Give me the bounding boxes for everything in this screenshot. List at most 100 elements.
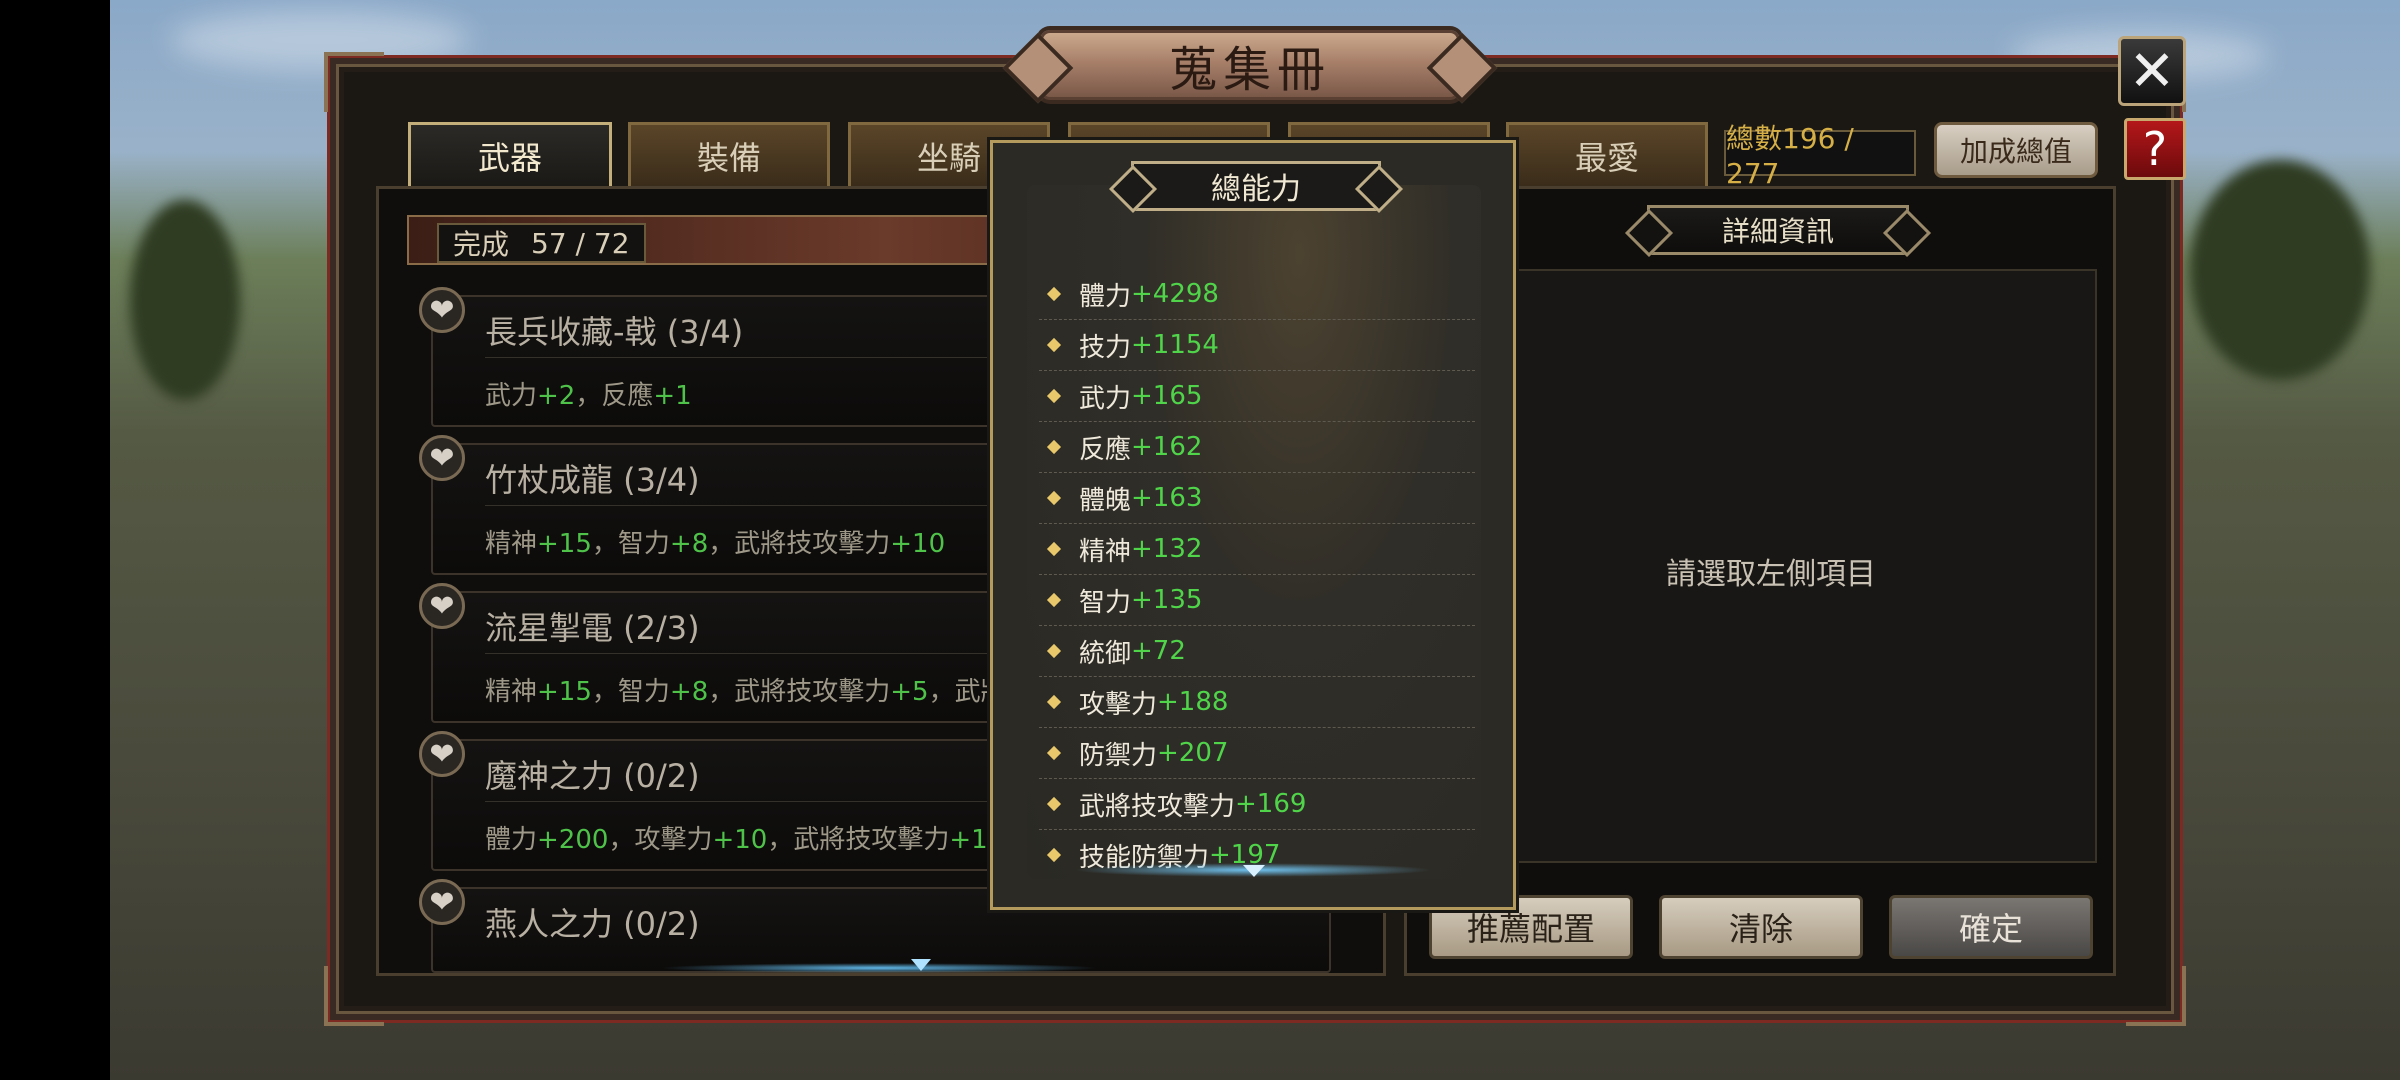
window-title-text: 蒐集冊 bbox=[1168, 42, 1331, 98]
stat-value: +135 bbox=[1131, 585, 1203, 615]
attr-label: ，智力 bbox=[591, 677, 670, 707]
attr-label: 體力 bbox=[485, 825, 538, 855]
diamond-bullet-icon bbox=[1046, 541, 1062, 557]
tab-label: 武器 bbox=[477, 138, 542, 177]
diamond-bullet-icon bbox=[1046, 796, 1062, 812]
collection-name: 長兵收藏-戟 (3/4) bbox=[485, 313, 744, 351]
attr-value: +10 bbox=[890, 529, 946, 559]
diamond-bullet-icon bbox=[1046, 388, 1062, 404]
attr-label: ，反應 bbox=[575, 381, 654, 411]
clear-button[interactable]: 清除 bbox=[1659, 895, 1863, 959]
stat-value: +169 bbox=[1235, 789, 1307, 819]
stat-row: 反應 +162 bbox=[1039, 422, 1475, 473]
heart-icon[interactable]: ❤ bbox=[419, 583, 465, 629]
stat-row: 體力 +4298 bbox=[1039, 269, 1475, 320]
scroll-down-icon[interactable] bbox=[1243, 865, 1265, 877]
stat-name: 統御 bbox=[1079, 638, 1132, 669]
stat-row: 統御 +72 bbox=[1039, 626, 1475, 677]
stat-row: 武將技攻擊力 +169 bbox=[1039, 779, 1475, 830]
collection-name: 流星掣電 (2/3) bbox=[485, 609, 700, 647]
collection-name: 魔神之力 (0/2) bbox=[485, 757, 700, 795]
attr-value: +8 bbox=[669, 677, 709, 707]
collection-name: 燕人之力 (0/2) bbox=[485, 905, 700, 943]
completion-text: 完成 bbox=[453, 228, 510, 261]
close-button[interactable]: ✕ bbox=[2118, 36, 2186, 106]
collection-attrs: 精神+15，智力+8，武將技攻擊力+10 bbox=[485, 523, 945, 560]
stat-row: 體魄 +163 bbox=[1039, 473, 1475, 524]
attr-label: ，武將技攻擊力 bbox=[767, 825, 950, 855]
heart-icon[interactable]: ❤ bbox=[419, 879, 465, 925]
attr-value: +2 bbox=[537, 381, 576, 411]
stat-value: +4298 bbox=[1131, 279, 1219, 309]
attr-label: ，攻擊力 bbox=[608, 825, 713, 855]
stat-name: 技力 bbox=[1079, 332, 1132, 363]
close-icon: ✕ bbox=[2128, 38, 2176, 104]
stat-name: 體力 bbox=[1079, 281, 1132, 312]
diamond-bullet-icon bbox=[1046, 694, 1062, 710]
confirm-button[interactable]: 確定 bbox=[1889, 895, 2093, 959]
frame-corner bbox=[2126, 966, 2186, 1026]
stat-name: 攻擊力 bbox=[1079, 689, 1158, 720]
diamond-bullet-icon bbox=[1046, 490, 1062, 506]
tab-label: 坐騎 bbox=[916, 138, 981, 177]
tab-weapons[interactable]: 武器 bbox=[408, 122, 612, 198]
attr-label: 精神 bbox=[485, 677, 538, 707]
frame-corner bbox=[324, 966, 384, 1026]
collection-name: 竹杖成龍 (3/4) bbox=[485, 461, 700, 499]
tab-label: 最愛 bbox=[1574, 138, 1639, 177]
attr-label: 精神 bbox=[485, 529, 538, 559]
frame-corner bbox=[324, 52, 384, 112]
stat-value: +163 bbox=[1131, 483, 1203, 513]
detail-hint: 請選取左側項目 bbox=[1666, 557, 1876, 592]
tree bbox=[130, 200, 240, 400]
completion-label: 完成 57 / 72 bbox=[437, 223, 646, 263]
diamond-bullet-icon bbox=[1046, 847, 1062, 863]
attr-value: +15 bbox=[537, 529, 592, 559]
tab-favorites[interactable]: 最愛 bbox=[1506, 122, 1708, 186]
attr-label: ，武將技攻擊力 bbox=[708, 529, 891, 559]
stat-name: 武將技攻擊力 bbox=[1079, 791, 1236, 822]
diamond-bullet-icon bbox=[1046, 643, 1062, 659]
attr-value: +200 bbox=[537, 825, 609, 855]
stat-value: +188 bbox=[1157, 687, 1229, 717]
scroll-indicator bbox=[659, 963, 1099, 973]
stat-value: +162 bbox=[1131, 432, 1203, 462]
bonus-total-button[interactable]: 加成總值 bbox=[1934, 122, 2098, 178]
attr-label: 武力 bbox=[485, 381, 538, 411]
heart-icon[interactable]: ❤ bbox=[419, 731, 465, 777]
stat-row: 攻擊力 +188 bbox=[1039, 677, 1475, 728]
stat-row: 武力 +165 bbox=[1039, 371, 1475, 422]
stat-value: +207 bbox=[1157, 738, 1229, 768]
heart-icon[interactable]: ❤ bbox=[419, 435, 465, 481]
diamond-bullet-icon bbox=[1046, 745, 1062, 761]
heart-icon[interactable]: ❤ bbox=[419, 287, 465, 333]
attr-value: +8 bbox=[669, 529, 709, 559]
help-button[interactable]: ? bbox=[2124, 118, 2186, 180]
tab-label: 裝備 bbox=[696, 138, 761, 177]
attr-value: +1 bbox=[653, 381, 692, 411]
stats-list: 體力 +4298 技力 +1154 武力 +165 反應 +162 體魄 +163 精神 +132 智力… bbox=[1027, 185, 1481, 879]
stat-row: 精神 +132 bbox=[1039, 524, 1475, 575]
scroll-down-icon[interactable] bbox=[911, 959, 931, 971]
stat-value: +1154 bbox=[1131, 330, 1219, 360]
stat-name: 智力 bbox=[1079, 587, 1132, 618]
tree bbox=[2190, 160, 2370, 380]
total-count: 總數196 / 277 bbox=[1724, 122, 1916, 190]
tab-equipment[interactable]: 裝備 bbox=[628, 122, 830, 186]
stat-name: 反應 bbox=[1079, 434, 1132, 465]
collection-attrs: 精神+15，智力+8，武將技攻擊力+5，武將 bbox=[485, 671, 1007, 708]
diamond-bullet-icon bbox=[1046, 337, 1062, 353]
detail-title: 詳細資訊 bbox=[1647, 205, 1909, 255]
stat-row: 技力 +1154 bbox=[1039, 320, 1475, 371]
popup-title: 總能力 bbox=[1131, 161, 1381, 211]
diamond-bullet-icon bbox=[1046, 592, 1062, 608]
attr-label: ，武將技攻擊力 bbox=[708, 677, 891, 707]
stat-name: 精神 bbox=[1079, 536, 1132, 567]
attr-value: +10 bbox=[712, 825, 768, 855]
stat-value: +132 bbox=[1131, 534, 1203, 564]
stat-value: +72 bbox=[1131, 636, 1186, 666]
attr-value: +15 bbox=[537, 677, 592, 707]
attr-value: +5 bbox=[890, 677, 929, 707]
diamond-bullet-icon bbox=[1046, 439, 1062, 455]
stat-row: 防禦力 +207 bbox=[1039, 728, 1475, 779]
